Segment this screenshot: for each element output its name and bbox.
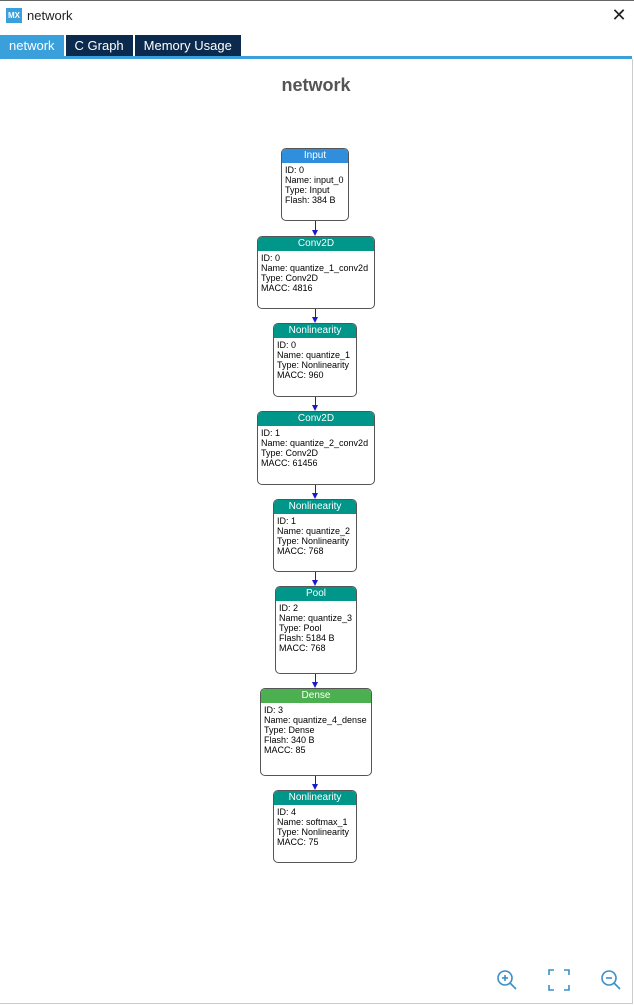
node-header: Conv2D <box>258 237 374 251</box>
node-detail-line: Type: Nonlinearity <box>277 536 350 546</box>
node-detail-line: Name: quantize_2_conv2d <box>261 438 369 448</box>
node-header: Input <box>282 149 348 163</box>
tab-bar: network C Graph Memory Usage <box>0 35 243 56</box>
node-detail-line: Type: Conv2D <box>261 273 319 283</box>
node-detail-line: Flash: 5184 B <box>279 633 335 643</box>
node-detail-line: ID: 0 <box>261 253 281 263</box>
node-details: ID: 3 Name: quantize_4_dense Type: Dense Fl… <box>261 703 371 757</box>
node-details: ID: 0 Name: quantize_1_conv2d Type: Conv2D… <box>258 251 374 295</box>
node-detail-line: Name: softmax_1 <box>277 817 348 827</box>
node-details: ID: 1 Name: quantize_2_conv2d Type: Conv2D… <box>258 426 374 470</box>
node-detail-line: Type: Input <box>285 185 330 195</box>
graph-node-input[interactable]: Input ID: 0 Name: input_0 Type: Input Flash:… <box>281 148 349 221</box>
node-detail-line: MACC: 85 <box>264 745 306 755</box>
node-detail-line: Type: Pool <box>279 623 322 633</box>
graph-node-nonlinearity[interactable]: Nonlinearity ID: 0 Name: quantize_1 Type: N… <box>273 323 357 397</box>
app-logo-icon: MX <box>6 8 22 23</box>
graph-node-nonlinearity[interactable]: Nonlinearity ID: 1 Name: quantize_2 Type: N… <box>273 499 357 572</box>
graph-node-dense[interactable]: Dense ID: 3 Name: quantize_4_dense Type: De… <box>260 688 372 776</box>
node-detail-line: ID: 2 <box>279 603 299 613</box>
node-detail-line: MACC: 4816 <box>261 283 313 293</box>
node-detail-line: Name: quantize_2 <box>277 526 351 536</box>
node-detail-line: Name: quantize_4_dense <box>264 715 367 725</box>
node-header: Nonlinearity <box>274 500 356 514</box>
node-header: Conv2D <box>258 412 374 426</box>
node-detail-line: MACC: 960 <box>277 370 324 380</box>
tab-c-graph[interactable]: C Graph <box>65 35 133 56</box>
node-detail-line: MACC: 75 <box>277 837 319 847</box>
node-detail-line: Type: Conv2D <box>261 448 319 458</box>
tab-network[interactable]: network <box>0 35 64 56</box>
node-detail-line: ID: 1 <box>261 428 281 438</box>
node-detail-line: MACC: 61456 <box>261 458 318 468</box>
fit-screen-icon[interactable] <box>547 968 571 992</box>
node-details: ID: 2 Name: quantize_3 Type: Pool Flash: 51… <box>276 601 356 655</box>
node-detail-line: ID: 4 <box>277 807 297 817</box>
graph-node-nonlinearity[interactable]: Nonlinearity ID: 4 Name: softmax_1 Type: No… <box>273 790 357 863</box>
window-titlebar: MX network ✕ <box>0 1 634 31</box>
node-header: Nonlinearity <box>274 324 356 338</box>
graph-node-conv2d[interactable]: Conv2D ID: 1 Name: quantize_2_conv2d Type: … <box>257 411 375 485</box>
close-icon[interactable]: ✕ <box>610 6 628 24</box>
node-detail-line: Flash: 340 B <box>264 735 315 745</box>
graph-node-pool[interactable]: Pool ID: 2 Name: quantize_3 Type: Pool Flash… <box>275 586 357 674</box>
node-detail-line: MACC: 768 <box>277 546 324 556</box>
node-detail-line: Name: quantize_1_conv2d <box>261 263 369 273</box>
node-detail-line: ID: 1 <box>277 516 297 526</box>
zoom-out-icon[interactable] <box>599 968 623 992</box>
node-header: Nonlinearity <box>274 791 356 805</box>
node-detail-line: Type: Dense <box>264 725 315 735</box>
graph-node-conv2d[interactable]: Conv2D ID: 0 Name: quantize_1_conv2d Type: … <box>257 236 375 309</box>
node-detail-line: Name: quantize_3 <box>279 613 353 623</box>
node-detail-line: Name: quantize_1 <box>277 350 351 360</box>
node-detail-line: Type: Nonlinearity <box>277 827 350 837</box>
node-details: ID: 4 Name: softmax_1 Type: Nonlinearity MA… <box>274 805 356 849</box>
node-details: ID: 1 Name: quantize_2 Type: Nonlinearity M… <box>274 514 356 558</box>
node-detail-line: MACC: 768 <box>279 643 326 653</box>
graph-title: network <box>281 75 351 95</box>
window-title: network <box>27 8 73 23</box>
zoom-in-icon[interactable] <box>495 968 519 992</box>
node-detail-line: ID: 0 <box>277 340 297 350</box>
node-detail-line: Name: input_0 <box>285 175 344 185</box>
node-header: Pool <box>276 587 356 601</box>
node-detail-line: Type: Nonlinearity <box>277 360 350 370</box>
node-header: Dense <box>261 689 371 703</box>
node-details: ID: 0 Name: input_0 Type: Input Flash: 384 … <box>282 163 348 207</box>
node-details: ID: 0 Name: quantize_1 Type: Nonlinearity M… <box>274 338 356 382</box>
tab-memory-usage[interactable]: Memory Usage <box>134 35 241 56</box>
node-detail-line: ID: 0 <box>285 165 305 175</box>
node-detail-line: ID: 3 <box>264 705 284 715</box>
node-detail-line: Flash: 384 B <box>285 195 336 205</box>
